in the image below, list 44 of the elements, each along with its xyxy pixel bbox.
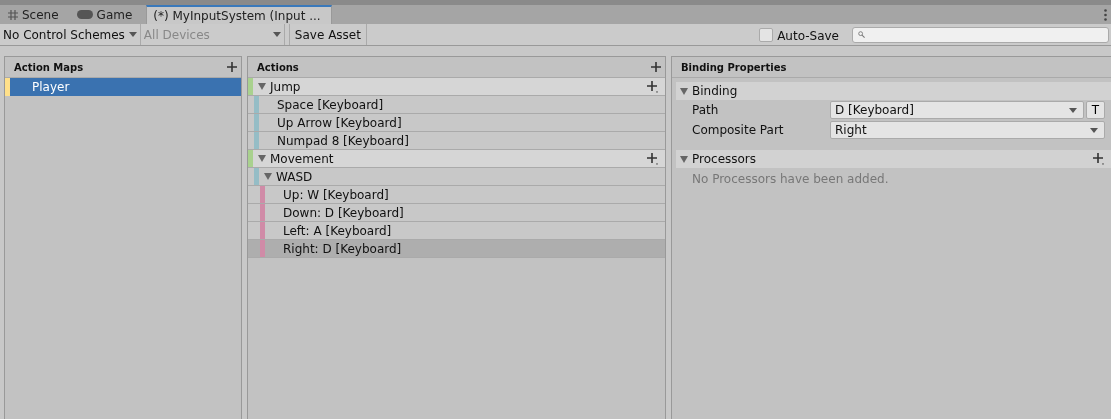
- section-title: Processors: [692, 152, 757, 166]
- more-menu-icon[interactable]: [1104, 8, 1107, 21]
- path-dropdown[interactable]: D [Keyboard]: [830, 101, 1084, 119]
- expand-arrow-icon[interactable]: [680, 155, 688, 163]
- action-tree-row[interactable]: Right: D [Keyboard]: [248, 240, 665, 258]
- action-tree-row[interactable]: Down: D [Keyboard]: [248, 204, 665, 222]
- search-icon: [858, 31, 865, 38]
- tab[interactable]: Scene: [4, 5, 73, 24]
- empty-message: No Processors have been added.: [691, 171, 890, 186]
- dropdown-caret-icon: [1069, 107, 1077, 113]
- auto-save-checkbox[interactable]: [759, 27, 774, 42]
- composite-part-dropdown[interactable]: Right: [830, 121, 1105, 139]
- auto-save-label: Auto-Save: [777, 27, 839, 43]
- tab[interactable]: (*) MyInputSystem (Input ...: [146, 5, 332, 24]
- action-map-item[interactable]: Player: [5, 78, 241, 96]
- action-tree-row[interactable]: Up: W [Keyboard]: [248, 186, 665, 204]
- panel-title: Action Maps: [14, 61, 84, 73]
- action-tree-row[interactable]: Movement: [248, 150, 665, 168]
- action-tree-row[interactable]: Up Arrow [Keyboard]: [248, 114, 665, 132]
- panel-title: Binding Properties: [681, 61, 787, 73]
- action-tree-row[interactable]: WASD: [248, 168, 665, 186]
- action-tree-row[interactable]: Jump: [248, 78, 665, 96]
- tab[interactable]: Game: [72, 5, 147, 24]
- add-processor-icon[interactable]: [1093, 153, 1105, 165]
- dropdown-caret-icon: [272, 32, 281, 37]
- composite-part-label: Composite Part: [692, 123, 785, 137]
- action-tree-row[interactable]: Left: A [Keyboard]: [248, 222, 665, 240]
- add-binding-icon[interactable]: [647, 80, 659, 93]
- control-schemes-dropdown[interactable]: No Control Schemes: [0, 24, 141, 45]
- add-icon[interactable]: [651, 62, 661, 72]
- text-mode-button[interactable]: T: [1086, 101, 1105, 119]
- path-label: Path: [692, 103, 720, 117]
- dropdown-caret-icon: [1090, 127, 1098, 133]
- add-binding-icon[interactable]: [647, 152, 659, 165]
- search-field[interactable]: [852, 26, 1109, 43]
- action-tree-row[interactable]: Space [Keyboard]: [248, 96, 665, 114]
- save-asset-button[interactable]: Save Asset: [288, 24, 367, 45]
- add-icon[interactable]: [227, 62, 237, 72]
- section-header[interactable]: Binding: [676, 82, 1111, 100]
- dropdown-caret-icon: [128, 32, 137, 37]
- action-tree-row[interactable]: Numpad 8 [Keyboard]: [248, 132, 665, 150]
- panel-title: Actions: [257, 61, 299, 73]
- grid-icon: [8, 9, 18, 20]
- gamepad-icon: [76, 10, 93, 19]
